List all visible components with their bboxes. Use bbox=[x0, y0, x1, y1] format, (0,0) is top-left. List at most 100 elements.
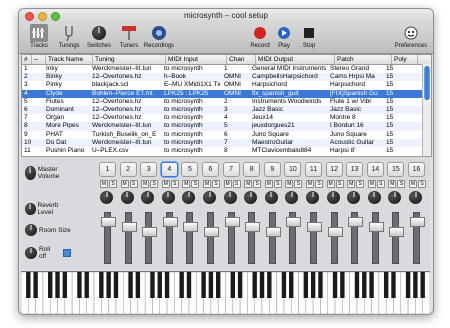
black-key[interactable] bbox=[310, 272, 316, 298]
mute-button[interactable]: M bbox=[326, 180, 335, 188]
cell-midi-input[interactable]: to microsynth bbox=[162, 114, 222, 122]
pan-knob[interactable] bbox=[326, 191, 340, 204]
mute-button[interactable]: M bbox=[244, 180, 253, 188]
cell-tuning[interactable]: Werckmeister–III.tun bbox=[90, 139, 162, 147]
table-row[interactable]: 1 Inky Werckmeister–III.tun to microsynth 1 G… bbox=[22, 65, 431, 73]
pan-knob[interactable] bbox=[161, 191, 175, 204]
table-row[interactable]: 6 Dominant 12–Overtones.hz to microsynth 3 Ja… bbox=[22, 105, 431, 115]
cell-midi-input[interactable]: h–Book bbox=[162, 73, 222, 81]
mute-button[interactable]: M bbox=[409, 180, 417, 188]
solo-button[interactable]: S bbox=[273, 180, 282, 188]
black-key[interactable] bbox=[369, 272, 374, 298]
fader-handle[interactable] bbox=[162, 217, 178, 227]
col-header-patch[interactable]: Patch bbox=[335, 55, 392, 64]
black-key[interactable] bbox=[99, 272, 104, 298]
channel-button[interactable]: 13 bbox=[346, 162, 364, 177]
cell-midi-input[interactable]: to microsynth bbox=[162, 98, 222, 106]
master-volume-control[interactable]: Master Volume bbox=[25, 166, 71, 180]
black-key[interactable] bbox=[259, 272, 265, 298]
mute-button[interactable]: M bbox=[388, 180, 397, 188]
black-key[interactable] bbox=[252, 272, 257, 298]
table-row[interactable]: 3 Pinky blackjack.scl E–MU XMidi1X1 Tx OMNI H… bbox=[22, 81, 431, 89]
cell-tuning[interactable]: Turkish_Buselik_on_E bbox=[90, 131, 162, 139]
col-header-number[interactable]: # bbox=[22, 55, 32, 64]
cell-midi-output[interactable]: Harpsichord bbox=[250, 81, 328, 89]
solo-button[interactable]: S bbox=[376, 180, 385, 188]
black-key[interactable] bbox=[420, 272, 425, 298]
black-key[interactable] bbox=[405, 272, 411, 298]
cell-midi-input[interactable]: to microsynth bbox=[162, 131, 222, 139]
cell-midi-output[interactable]: Instruments Woodwinds bbox=[250, 98, 328, 106]
pan-knob[interactable] bbox=[120, 191, 134, 204]
black-key[interactable] bbox=[303, 272, 309, 298]
black-key[interactable] bbox=[289, 272, 294, 298]
fader-handle[interactable] bbox=[368, 222, 384, 232]
volume-fader[interactable] bbox=[389, 212, 405, 264]
scrollbar-thumb[interactable] bbox=[424, 66, 430, 100]
cell-midi-output[interactable]: Jazz Basic bbox=[250, 106, 328, 114]
cell-midi-input[interactable]: E–MU XMidi1X1 Tx bbox=[162, 81, 222, 89]
solo-button[interactable]: S bbox=[170, 180, 179, 188]
black-key[interactable] bbox=[340, 272, 345, 298]
cell-tuning[interactable]: 12–Overtones.hz bbox=[90, 114, 162, 122]
keyboard-keys[interactable] bbox=[20, 271, 431, 314]
col-header-toggle[interactable]: – bbox=[32, 55, 46, 64]
black-key[interactable] bbox=[391, 272, 396, 298]
volume-fader[interactable] bbox=[245, 212, 261, 264]
solo-button[interactable]: S bbox=[150, 180, 159, 188]
col-header-chan[interactable]: Chan bbox=[227, 55, 256, 64]
channel-button[interactable]: 7 bbox=[222, 162, 240, 177]
black-key[interactable] bbox=[106, 272, 111, 298]
volume-fader[interactable] bbox=[327, 212, 343, 264]
cell-toggle[interactable] bbox=[31, 114, 44, 122]
solo-button[interactable]: S bbox=[294, 180, 303, 188]
pan-knob[interactable] bbox=[367, 191, 381, 204]
cell-midi-output[interactable]: Jeux14 bbox=[250, 114, 328, 122]
solo-button[interactable]: S bbox=[418, 180, 426, 188]
pan-knob[interactable] bbox=[244, 191, 258, 204]
table-row[interactable]: 5 Flutes 12–Overtones.hz to microsynth 2 Inst… bbox=[22, 98, 431, 106]
black-key[interactable] bbox=[237, 272, 243, 298]
channel-button[interactable]: 6 bbox=[202, 162, 219, 177]
channel-button[interactable]: 8 bbox=[243, 162, 261, 177]
channel-button[interactable]: 9 bbox=[263, 162, 281, 177]
channel-button[interactable]: 10 bbox=[284, 162, 302, 177]
channel-button[interactable]: 3 bbox=[140, 162, 158, 177]
channel-button[interactable]: 12 bbox=[325, 162, 343, 177]
pan-knob[interactable] bbox=[203, 191, 216, 204]
black-key[interactable] bbox=[186, 272, 192, 298]
cell-chan[interactable]: 8 bbox=[222, 147, 250, 155]
cell-midi-input[interactable]: to microsynth bbox=[162, 106, 222, 114]
mute-button[interactable]: M bbox=[161, 180, 170, 188]
solo-button[interactable]: S bbox=[191, 180, 200, 188]
volume-fader[interactable] bbox=[286, 212, 302, 264]
cell-tuning[interactable]: 12–Overtones.hz bbox=[90, 106, 162, 114]
cell-chan[interactable]: 1 bbox=[222, 65, 250, 73]
cell-chan[interactable]: OMNI bbox=[222, 81, 250, 89]
black-key[interactable] bbox=[26, 272, 31, 298]
cell-tuning[interactable]: 12–Overtones.hz bbox=[90, 73, 162, 81]
fader-handle[interactable] bbox=[307, 222, 322, 232]
channel-button[interactable]: 1 bbox=[99, 162, 116, 177]
cell-midi-input[interactable]: LPK25 : LPK25 bbox=[162, 90, 222, 98]
stop-button[interactable]: Stop bbox=[291, 24, 327, 49]
mute-button[interactable]: M bbox=[120, 180, 129, 188]
cell-chan[interactable]: 4 bbox=[222, 114, 250, 122]
channel-button[interactable]: 15 bbox=[387, 162, 405, 177]
cell-chan[interactable]: 5 bbox=[222, 122, 250, 130]
reverb-level-knob[interactable] bbox=[25, 203, 36, 215]
mute-button[interactable]: M bbox=[285, 180, 294, 188]
black-key[interactable] bbox=[135, 272, 141, 298]
cell-midi-output[interactable]: jeuxdorgues21 bbox=[250, 122, 328, 130]
black-key[interactable] bbox=[208, 272, 214, 298]
table-row[interactable]: 11 Pushin Piano U–PLEX.csv to microsynth 8 MT… bbox=[22, 147, 431, 155]
mute-button[interactable]: M bbox=[264, 180, 273, 188]
black-key[interactable] bbox=[354, 272, 360, 298]
volume-fader[interactable] bbox=[204, 212, 219, 264]
volume-fader[interactable] bbox=[410, 212, 425, 264]
cell-tuning[interactable]: 12–Overtones.hz bbox=[90, 98, 162, 106]
volume-fader[interactable] bbox=[224, 212, 240, 264]
cell-toggle[interactable] bbox=[31, 106, 44, 114]
cell-midi-input[interactable]: to microsynth bbox=[162, 147, 222, 155]
cell-tuning[interactable]: Bohlen–Pierce ET.mt bbox=[90, 90, 162, 98]
